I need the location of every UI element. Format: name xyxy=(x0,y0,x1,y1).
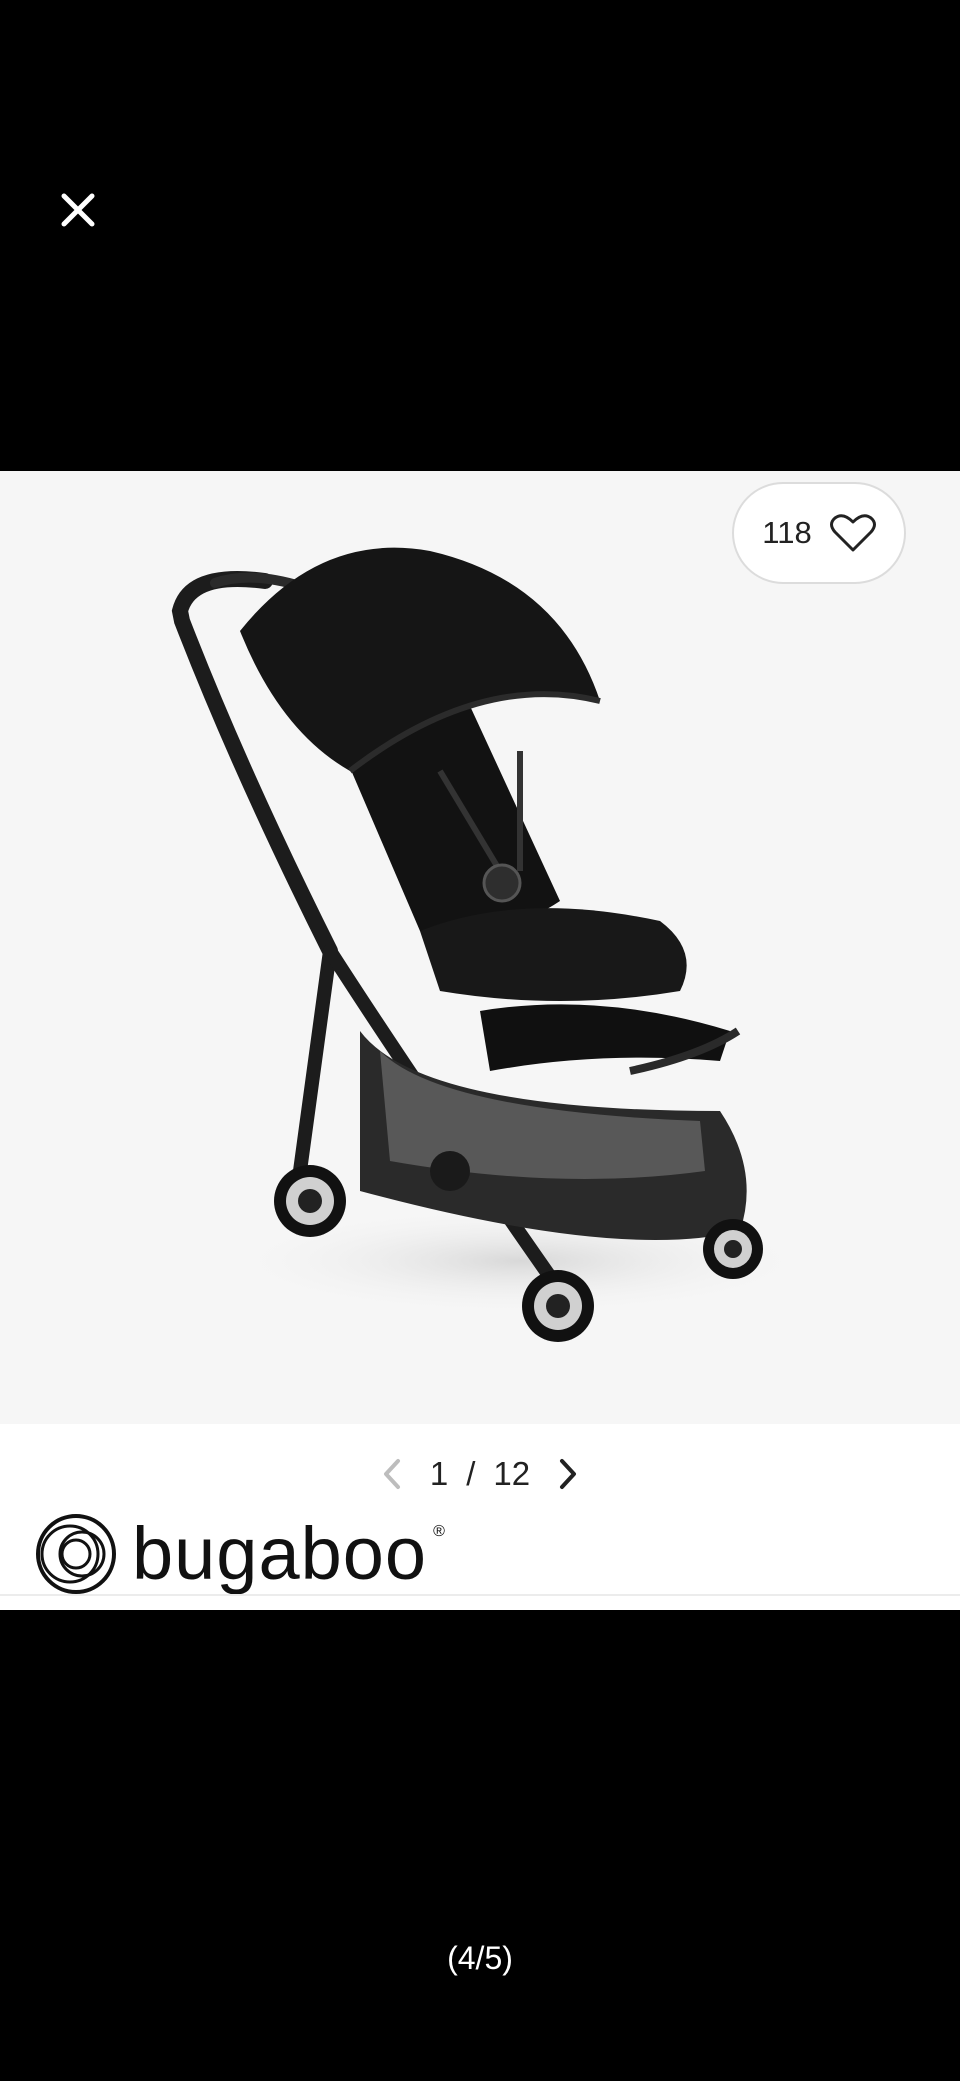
chevron-left-icon xyxy=(383,1459,400,1489)
image-pager: 1 / 12 xyxy=(0,1446,960,1502)
brand-logo: bugaboo ® xyxy=(34,1509,445,1599)
product-card: 118 1 / 12 bugaboo ® xyxy=(0,471,960,1610)
close-button[interactable] xyxy=(52,184,104,236)
bugaboo-logo-mark xyxy=(36,1514,116,1594)
like-button[interactable]: 118 xyxy=(732,482,906,584)
like-count: 118 xyxy=(762,515,812,550)
prev-image-button[interactable] xyxy=(372,1454,412,1494)
page-indicator: (4/5) xyxy=(447,1940,513,1976)
card-divider xyxy=(0,1594,960,1596)
product-image[interactable]: 118 xyxy=(0,471,960,1424)
brand-registered-mark: ® xyxy=(433,1523,445,1540)
pager-current: 1 xyxy=(429,1455,449,1492)
stroller-image xyxy=(171,547,820,1342)
pager-separator: / xyxy=(466,1455,476,1492)
brand-name: bugaboo xyxy=(132,1512,428,1595)
next-image-button[interactable] xyxy=(548,1454,588,1494)
pager-total: 12 xyxy=(493,1455,531,1492)
close-icon xyxy=(61,193,95,227)
chevron-right-icon xyxy=(560,1459,577,1489)
heart-icon xyxy=(829,514,876,552)
